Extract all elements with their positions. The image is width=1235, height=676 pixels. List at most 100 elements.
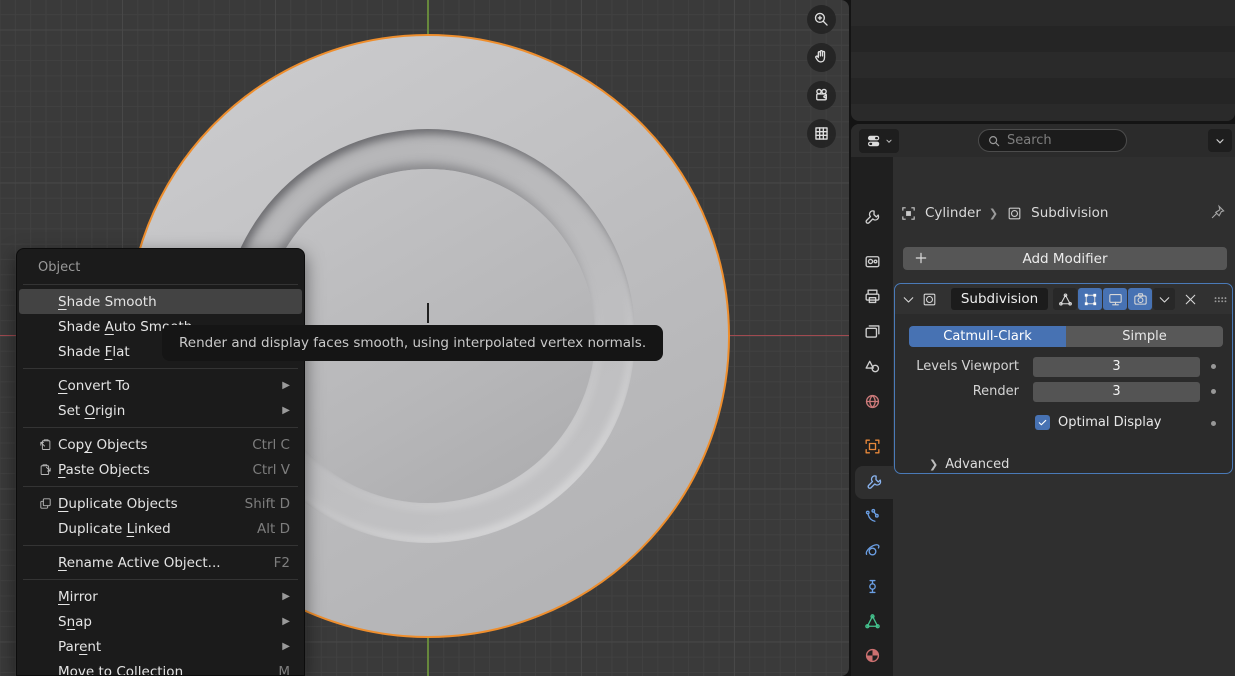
properties-tab-column: [851, 157, 893, 676]
outliner-editor[interactable]: [851, 0, 1235, 121]
animate-dot[interactable]: [1211, 421, 1216, 426]
edit-mode-display-toggle[interactable]: [1053, 288, 1077, 310]
object-context-menu: Object Shade SmoothShade Auto SmoothShad…: [16, 248, 305, 676]
close-icon[interactable]: [1181, 288, 1199, 310]
search-box[interactable]: [978, 129, 1127, 152]
menu-item-shortcut: Alt D: [257, 521, 302, 537]
menu-item-label: Move to Collection: [58, 664, 278, 676]
menu-item-parent[interactable]: Parent▶: [19, 634, 302, 659]
add-modifier-button[interactable]: Add Modifier: [903, 247, 1227, 270]
menu-separator: [23, 368, 298, 369]
submenu-arrow-icon: ▶: [282, 405, 302, 416]
breadcrumb-object[interactable]: Cylinder: [925, 205, 981, 221]
optimal-display-checkbox[interactable]: [1035, 415, 1050, 430]
on-cage-toggle[interactable]: [1078, 288, 1102, 310]
menu-item-label: Parent: [58, 639, 282, 655]
menu-item-label: Shade Smooth: [58, 294, 290, 310]
menu-item-duplicate-objects[interactable]: Duplicate ObjectsShift D: [19, 491, 302, 516]
submenu-arrow-icon: ▶: [282, 616, 302, 627]
panel-expand-chevron-icon[interactable]: [899, 288, 917, 310]
menu-item-label: Copy Objects: [58, 437, 252, 453]
menu-item-shortcut: Ctrl C: [252, 437, 302, 453]
menu-item-copy-objects[interactable]: Copy ObjectsCtrl C: [19, 432, 302, 457]
simple-option[interactable]: Simple: [1066, 326, 1223, 347]
modifier-extras-dropdown[interactable]: [1153, 288, 1175, 310]
tab-world[interactable]: [851, 385, 893, 418]
shade-smooth-tooltip: Render and display faces smooth, using i…: [162, 325, 663, 361]
levels-viewport-field[interactable]: 3: [1033, 357, 1200, 377]
properties-header: [851, 124, 1235, 157]
breadcrumb-modifier[interactable]: Subdivision: [1031, 205, 1108, 221]
optimal-display-label: Optimal Display: [1058, 414, 1162, 432]
breadcrumb: Cylinder ❯ Subdivision: [900, 201, 1108, 225]
menu-item-snap[interactable]: Snap▶: [19, 609, 302, 634]
3d-cursor-tick: [427, 303, 429, 323]
modifier-name-field[interactable]: Subdivision: [951, 288, 1048, 310]
tab-output[interactable]: [851, 280, 893, 313]
paste-icon: [32, 462, 58, 477]
tab-physics[interactable]: [851, 535, 893, 568]
levels-viewport-label: Levels Viewport: [895, 357, 1019, 377]
menu-separator: [23, 427, 298, 428]
properties-main: Cylinder ❯ Subdivision Add Modifier Subd: [893, 157, 1235, 676]
menu-item-label: Duplicate Linked: [58, 521, 257, 537]
realtime-display-toggle[interactable]: [1103, 288, 1127, 310]
menu-item-duplicate-linked[interactable]: Duplicate LinkedAlt D: [19, 516, 302, 541]
menu-item-label: Rename Active Object...: [58, 555, 274, 571]
menu-item-shortcut: Shift D: [245, 496, 302, 512]
levels-viewport-row: Levels Viewport 3: [895, 357, 1232, 377]
tab-object[interactable]: [851, 430, 893, 463]
menu-item-shade-smooth[interactable]: Shade Smooth: [19, 289, 302, 314]
render-display-toggle[interactable]: [1128, 288, 1152, 310]
chevron-down-icon: [1214, 135, 1226, 147]
menu-item-label: Duplicate Objects: [58, 496, 245, 512]
advanced-label: Advanced: [945, 457, 1009, 472]
header-options-button[interactable]: [1208, 129, 1232, 152]
menu-item-label: Paste Objects: [58, 462, 252, 478]
editor-type-button[interactable]: [859, 129, 899, 153]
tab-material[interactable]: [851, 639, 893, 672]
menu-item-set-origin[interactable]: Set Origin▶: [19, 398, 302, 423]
render-levels-row: Render 3: [895, 382, 1232, 402]
menu-item-shortcut: M: [278, 664, 302, 676]
camera-view-icon[interactable]: [807, 81, 836, 110]
copy-icon: [32, 437, 58, 452]
pin-icon[interactable]: [1209, 203, 1227, 225]
plus-icon: [913, 250, 929, 270]
menu-item-mirror[interactable]: Mirror▶: [19, 584, 302, 609]
zoom-icon[interactable]: [807, 5, 836, 34]
tab-particles[interactable]: [851, 500, 893, 533]
drag-handle-icon[interactable]: [1211, 288, 1229, 310]
search-input[interactable]: [1007, 133, 1107, 148]
tab-tool[interactable]: [851, 201, 893, 234]
tab-scene[interactable]: [851, 350, 893, 383]
tab-constraints[interactable]: [851, 570, 893, 603]
advanced-section-toggle[interactable]: ❯ Advanced: [929, 454, 1009, 474]
menu-separator: [23, 579, 298, 580]
animate-dot[interactable]: [1211, 389, 1216, 394]
orthographic-grid-icon[interactable]: [807, 119, 836, 148]
object-data-icon: [900, 205, 917, 222]
subdivision-algorithm-segmented-control: Catmull-Clark Simple: [909, 326, 1223, 347]
subdivision-modifier-panel: Subdivision: [894, 283, 1233, 474]
tab-render[interactable]: [851, 245, 893, 278]
modifier-icon: [919, 288, 939, 310]
menu-item-move-to-collection[interactable]: Move to CollectionM: [19, 659, 302, 676]
render-field[interactable]: 3: [1033, 382, 1200, 402]
menu-item-rename-active-object[interactable]: Rename Active Object...F2: [19, 550, 302, 575]
tab-object-data[interactable]: [851, 605, 893, 638]
modifier-icon: [1006, 205, 1023, 222]
render-label: Render: [895, 382, 1019, 402]
add-modifier-label: Add Modifier: [1022, 251, 1107, 267]
modifier-panel-header[interactable]: Subdivision: [895, 284, 1232, 314]
properties-editor: Cylinder ❯ Subdivision Add Modifier Subd: [851, 124, 1235, 676]
tab-modifiers[interactable]: [855, 466, 893, 499]
animate-dot[interactable]: [1211, 364, 1216, 369]
menu-item-paste-objects[interactable]: Paste ObjectsCtrl V: [19, 457, 302, 482]
pan-hand-icon[interactable]: [807, 43, 836, 72]
menu-item-label: Snap: [58, 614, 282, 630]
optimal-display-row: Optimal Display: [895, 414, 1232, 432]
catmull-clark-option[interactable]: Catmull-Clark: [909, 326, 1066, 347]
tab-view-layer[interactable]: [851, 315, 893, 348]
menu-item-convert-to[interactable]: Convert To▶: [19, 373, 302, 398]
